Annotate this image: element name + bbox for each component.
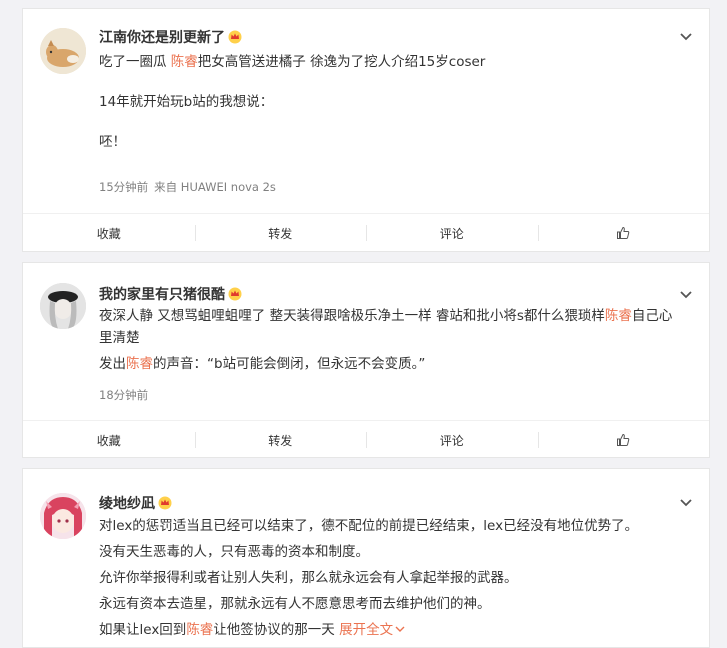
post-card: 绫地纱凪 对lex的惩罚适当且已经可以结束了，德不配位的前提已经结束，lex已经…	[22, 468, 710, 648]
username[interactable]: 江南你还是别更新了	[99, 27, 242, 48]
chevron-down-icon	[395, 626, 405, 632]
chevron-down-icon[interactable]	[679, 495, 693, 509]
avatar[interactable]	[40, 28, 86, 74]
like-button[interactable]	[537, 421, 710, 459]
thumbs-up-icon	[617, 226, 630, 239]
thumbs-up-icon	[617, 433, 630, 446]
like-button[interactable]	[537, 214, 710, 252]
crown-icon	[158, 496, 172, 514]
avatar[interactable]	[40, 493, 86, 539]
post-meta: 15分钟前 来自 HUAWEI nova 2s	[99, 179, 276, 195]
keyword-highlight[interactable]: 陈睿	[126, 356, 153, 372]
post-meta: 18分钟前	[99, 387, 148, 403]
post-paragraph: 吃了一圈瓜 陈睿把女高管送进橘子 徐逸为了挖人介绍15岁coser	[99, 54, 486, 70]
post-paragraph: 14年就开始玩b站的我想说：	[99, 94, 274, 110]
chevron-down-icon[interactable]	[679, 287, 693, 301]
comment-button[interactable]: 评论	[366, 214, 538, 252]
post-paragraph: 永远有资本去造星，那就永远有人不愿意思考而去维护他们的神。	[99, 596, 491, 612]
username[interactable]: 我的家里有只猪很酷	[99, 284, 242, 305]
repost-button[interactable]: 转发	[194, 214, 367, 252]
post-paragraph: 对lex的惩罚适当且已经可以结束了，德不配位的前提已经结束，lex已经没有地位优…	[99, 518, 639, 534]
post-content: 吃了一圈瓜 陈睿把女高管送进橘子 徐逸为了挖人介绍15岁coser 14年就开始…	[99, 49, 685, 155]
post-card: 江南你还是别更新了 吃了一圈瓜 陈睿把女高管送进橘子 徐逸为了挖人介绍15岁co…	[22, 8, 710, 252]
post-paragraph: 发出陈睿的声音：“b站可能会倒闭，但永远不会变质。”	[99, 356, 426, 372]
post-content: 夜深人静 又想骂蛆哩蛆哩了 整天装得跟啥极乐净土一样 睿站和批小将s都什么猥琐样…	[99, 305, 685, 375]
comment-button[interactable]: 评论	[366, 421, 538, 459]
post-time[interactable]: 18分钟前	[99, 388, 148, 402]
post-source: 来自 HUAWEI nova 2s	[154, 180, 276, 194]
action-bar: 收藏 转发 评论	[23, 213, 709, 252]
action-bar: 收藏 转发 评论	[23, 420, 709, 459]
chevron-down-icon[interactable]	[679, 29, 693, 43]
keyword-highlight[interactable]: 陈睿	[605, 308, 632, 324]
avatar[interactable]	[40, 283, 86, 329]
post-paragraph: 允许你举报得利或者让别人失利，那么就永远会有人拿起举报的武器。	[99, 570, 518, 586]
post-paragraph: 没有天生恶毒的人，只有恶毒的资本和制度。	[99, 544, 369, 560]
keyword-highlight[interactable]: 陈睿	[171, 54, 198, 70]
post-paragraph: 呸！	[99, 134, 126, 150]
collect-button[interactable]: 收藏	[23, 421, 195, 459]
post-card: 我的家里有只猪很酷 夜深人静 又想骂蛆哩蛆哩了 整天装得跟啥极乐净土一样 睿站和…	[22, 262, 710, 458]
post-paragraph: 夜深人静 又想骂蛆哩蛆哩了 整天装得跟啥极乐净土一样 睿站和批小将s都什么猥琐样…	[99, 308, 673, 346]
username[interactable]: 绫地纱凪	[99, 493, 172, 514]
post-paragraph: 如果让lex回到陈睿让他签协议的那一天 展开全文	[99, 617, 685, 643]
weibo-feed: 江南你还是别更新了 吃了一圈瓜 陈睿把女高管送进橘子 徐逸为了挖人介绍15岁co…	[0, 0, 727, 648]
crown-icon	[228, 287, 242, 305]
post-time[interactable]: 15分钟前	[99, 180, 148, 194]
keyword-highlight[interactable]: 陈睿	[186, 622, 213, 638]
post-content: 对lex的惩罚适当且已经可以结束了，德不配位的前提已经结束，lex已经没有地位优…	[99, 513, 685, 643]
repost-button[interactable]: 转发	[194, 421, 367, 459]
collect-button[interactable]: 收藏	[23, 214, 195, 252]
expand-full-text-link[interactable]: 展开全文	[339, 622, 405, 638]
crown-icon	[228, 30, 242, 48]
